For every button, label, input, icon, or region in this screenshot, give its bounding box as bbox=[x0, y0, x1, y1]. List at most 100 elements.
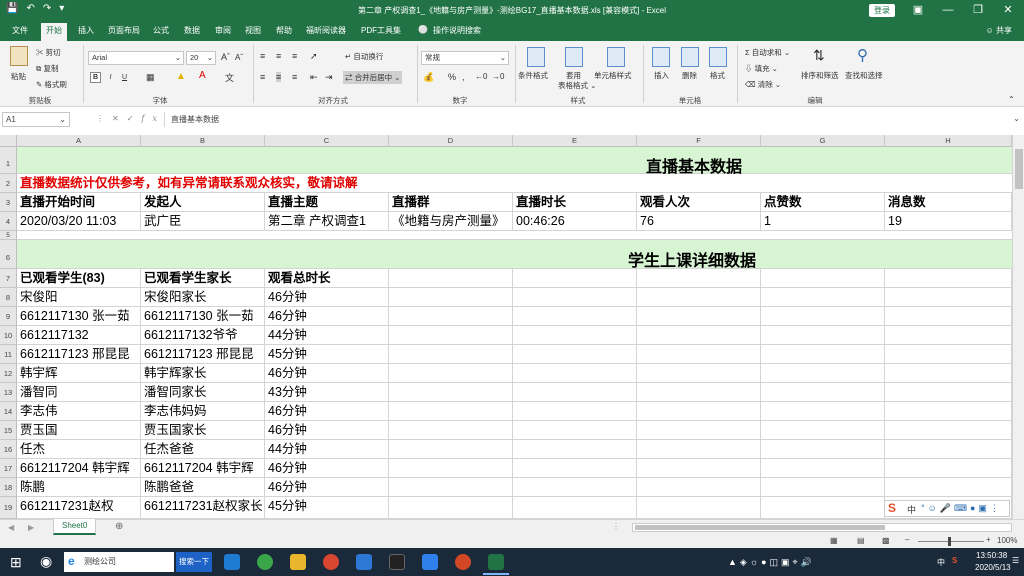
student-cell[interactable]: 6612117231赵权家长 bbox=[141, 497, 265, 519]
row-header-14[interactable]: 14 bbox=[0, 402, 17, 421]
zoom-out-icon[interactable]: – bbox=[905, 535, 909, 544]
empty-cell[interactable] bbox=[389, 269, 513, 288]
header-cell[interactable]: 直播开始时间 bbox=[17, 193, 141, 212]
student-cell[interactable]: 46分钟 bbox=[265, 421, 389, 440]
notification-icon[interactable]: ☰ bbox=[1012, 556, 1019, 565]
clear-button[interactable]: ⌫ 清除 ⌄ bbox=[745, 79, 781, 90]
empty-cell[interactable] bbox=[761, 402, 885, 421]
borders-icon[interactable]: ▦ bbox=[146, 72, 155, 83]
student-cell[interactable]: 6612117123 邢昆昆 bbox=[141, 345, 265, 364]
align-right-icon[interactable]: ≡ bbox=[292, 72, 297, 82]
page-layout-view-icon[interactable]: ▤ bbox=[857, 536, 865, 545]
student-cell[interactable]: 43分钟 bbox=[265, 383, 389, 402]
blank-row[interactable] bbox=[17, 231, 1012, 240]
fill-button[interactable]: ⇩ 填充 ⌄ bbox=[745, 63, 778, 74]
empty-cell[interactable] bbox=[761, 364, 885, 383]
empty-cell[interactable] bbox=[389, 478, 513, 497]
value-cell[interactable]: 《地籍与房产测量》 bbox=[389, 212, 513, 231]
empty-cell[interactable] bbox=[885, 326, 1012, 345]
windows-start-icon[interactable]: ⊞ bbox=[10, 554, 22, 571]
orientation-icon[interactable]: ➚ bbox=[310, 51, 318, 62]
tab-foxit-reader[interactable]: 福昕阅读器 bbox=[306, 25, 346, 36]
empty-cell[interactable] bbox=[761, 459, 885, 478]
file-explorer-icon[interactable] bbox=[290, 554, 306, 570]
row-header-4[interactable]: 4 bbox=[0, 212, 17, 231]
green-app-icon[interactable] bbox=[257, 554, 273, 570]
zoom-slider[interactable] bbox=[918, 541, 984, 542]
insert-cells-button[interactable]: 插入 bbox=[654, 70, 669, 81]
percent-button[interactable]: % bbox=[448, 72, 456, 82]
header-cell[interactable]: 直播群 bbox=[389, 193, 513, 212]
minimize-button[interactable]: — bbox=[934, 2, 962, 18]
empty-cell[interactable] bbox=[637, 288, 761, 307]
empty-cell[interactable] bbox=[885, 307, 1012, 326]
increase-decimal-icon[interactable]: ←0 bbox=[475, 72, 487, 81]
empty-cell[interactable] bbox=[761, 326, 885, 345]
student-cell[interactable]: 陈鹏 bbox=[17, 478, 141, 497]
ime-tools-icons[interactable]: °☺🎤⌨●▣⋮ bbox=[921, 503, 1002, 514]
add-sheet-icon[interactable]: ⊕ bbox=[115, 521, 123, 532]
student-cell[interactable]: 6612117123 邢昆昆 bbox=[17, 345, 141, 364]
format-painter-button[interactable]: ✎ 格式刷 bbox=[36, 79, 67, 90]
student-cell[interactable]: 6612117130 张一茹 bbox=[17, 307, 141, 326]
row-header-5[interactable]: 5 bbox=[0, 231, 17, 240]
student-cell[interactable]: 45分钟 bbox=[265, 345, 389, 364]
student-cell[interactable]: 宋俊阳家长 bbox=[141, 288, 265, 307]
empty-cell[interactable] bbox=[389, 497, 513, 519]
empty-cell[interactable] bbox=[637, 269, 761, 288]
italic-button[interactable]: I bbox=[105, 72, 116, 83]
tab-file[interactable]: 文件 bbox=[12, 25, 28, 36]
grow-font-button[interactable]: Aˆ bbox=[221, 52, 230, 62]
empty-cell[interactable] bbox=[513, 364, 637, 383]
empty-cell[interactable] bbox=[885, 459, 1012, 478]
empty-cell[interactable] bbox=[389, 402, 513, 421]
chrome-icon[interactable] bbox=[323, 554, 339, 570]
header-cell[interactable]: 消息数 bbox=[885, 193, 1012, 212]
font-size-select[interactable]: 20 ⌄ bbox=[186, 51, 216, 65]
sogou-tray-icon[interactable]: S bbox=[952, 556, 957, 565]
student-cell[interactable]: 宋俊阳 bbox=[17, 288, 141, 307]
clock-date[interactable]: 2020/5/13 bbox=[975, 563, 1011, 572]
student-cell[interactable]: 44分钟 bbox=[265, 440, 389, 459]
autosum-button[interactable]: Σ 自动求和 ⌄ bbox=[745, 47, 790, 58]
delete-cells-button[interactable]: 删除 bbox=[682, 70, 697, 81]
empty-cell[interactable] bbox=[513, 326, 637, 345]
currency-icon[interactable]: 💰 bbox=[423, 72, 434, 83]
system-tray-icons[interactable]: ▲◈☼●◫▣⌖🔊 bbox=[728, 557, 815, 568]
empty-cell[interactable] bbox=[885, 288, 1012, 307]
student-cell[interactable]: 李志伟妈妈 bbox=[141, 402, 265, 421]
empty-cell[interactable] bbox=[389, 383, 513, 402]
student-cell[interactable]: 陈鹏爸爸 bbox=[141, 478, 265, 497]
input-language-indicator[interactable]: 中 bbox=[937, 557, 945, 568]
align-top-icon[interactable]: ≡ bbox=[260, 51, 265, 61]
edge-icon[interactable] bbox=[224, 554, 240, 570]
student-cell[interactable]: 潘智同家长 bbox=[141, 383, 265, 402]
empty-cell[interactable] bbox=[885, 364, 1012, 383]
zoom-in-icon[interactable]: + bbox=[986, 535, 991, 544]
row-header-11[interactable]: 11 bbox=[0, 345, 17, 364]
student-cell[interactable]: 潘智同 bbox=[17, 383, 141, 402]
student-cell[interactable]: 6612117132爷爷 bbox=[141, 326, 265, 345]
powerpoint-icon[interactable] bbox=[455, 554, 471, 570]
search-icon[interactable]: ⚲ bbox=[857, 46, 868, 64]
sheet-split-icon[interactable]: ⋮ bbox=[612, 522, 620, 531]
tab-formulas[interactable]: 公式 bbox=[153, 25, 169, 36]
align-bottom-icon[interactable]: ≡ bbox=[292, 51, 297, 61]
header-cell[interactable]: 观看人次 bbox=[637, 193, 761, 212]
search-go-button[interactable]: 搜索一下 bbox=[176, 552, 212, 572]
font-color-icon[interactable]: A bbox=[199, 70, 206, 81]
empty-cell[interactable] bbox=[513, 440, 637, 459]
conditional-format-button[interactable]: 条件格式 bbox=[518, 70, 548, 81]
find-select-button[interactable]: 查找和选择 bbox=[845, 70, 883, 81]
student-cell[interactable]: 6612117231赵权 bbox=[17, 497, 141, 519]
zoom-slider-thumb[interactable] bbox=[948, 537, 951, 546]
tab-page-layout[interactable]: 页面布局 bbox=[108, 25, 140, 36]
close-button[interactable]: ✕ bbox=[994, 2, 1022, 18]
empty-cell[interactable] bbox=[761, 288, 885, 307]
align-left-icon[interactable]: ≡ bbox=[260, 72, 265, 82]
sheet-nav-left-icon[interactable]: ◀ bbox=[8, 523, 14, 532]
student-cell[interactable]: 44分钟 bbox=[265, 326, 389, 345]
decrease-indent-icon[interactable]: ⇤ bbox=[310, 72, 318, 83]
student-cell[interactable]: 韩宇辉 bbox=[17, 364, 141, 383]
empty-cell[interactable] bbox=[513, 402, 637, 421]
